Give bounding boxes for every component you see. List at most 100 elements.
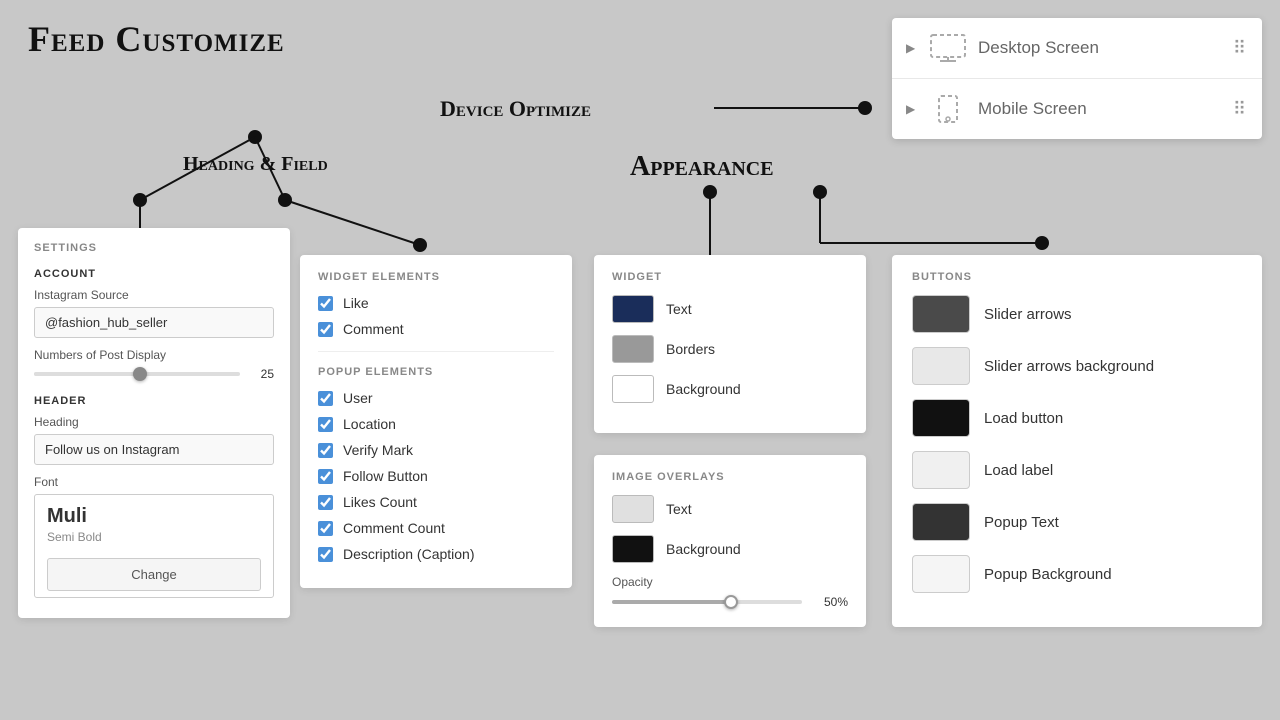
- widget-elements-panel: WIDGET ELEMENTS Like Comment POPUP ELEME…: [300, 255, 572, 588]
- widget-text-swatch[interactable]: [612, 295, 654, 323]
- widget-background-swatch[interactable]: [612, 375, 654, 403]
- slider-arrows-bg-swatch[interactable]: [912, 347, 970, 385]
- popup-follow-row: Follow Button: [318, 468, 554, 484]
- font-label: Font: [34, 475, 274, 489]
- widget-elements-title: WIDGET ELEMENTS: [318, 271, 554, 283]
- popup-elements-title: POPUP ELEMENTS: [318, 366, 554, 378]
- slider-arrows-label: Slider arrows: [984, 306, 1072, 323]
- comment-checkbox[interactable]: [318, 322, 333, 337]
- opacity-value: 50%: [812, 595, 848, 609]
- popup-comment-count-row: Comment Count: [318, 520, 554, 536]
- post-display-value: 25: [250, 367, 274, 381]
- overlay-bg-row: Background: [612, 535, 848, 563]
- mobile-arrow-icon: ▶: [906, 102, 920, 116]
- location-checkbox[interactable]: [318, 417, 333, 432]
- device-optimize-label: Device Optimize: [440, 96, 591, 122]
- desktop-screen-dots[interactable]: ⠿: [1233, 38, 1248, 59]
- location-label: Location: [343, 416, 396, 432]
- comment-count-checkbox[interactable]: [318, 521, 333, 536]
- widget-text-label: Text: [666, 301, 692, 317]
- heading-input[interactable]: [34, 434, 274, 465]
- follow-checkbox[interactable]: [318, 469, 333, 484]
- popup-location-row: Location: [318, 416, 554, 432]
- overlay-bg-label: Background: [666, 541, 741, 557]
- popup-text-row: Popup Text: [912, 503, 1242, 541]
- popup-verify-row: Verify Mark: [318, 442, 554, 458]
- opacity-label: Opacity: [612, 575, 848, 589]
- widget-background-label: Background: [666, 381, 741, 397]
- opacity-row: Opacity 50%: [612, 575, 848, 609]
- load-button-label: Load button: [984, 410, 1063, 427]
- font-name: Muli: [47, 505, 261, 528]
- post-display-label: Numbers of Post Display: [34, 348, 274, 362]
- image-overlays-title: IMAGE OVERLAYS: [612, 471, 848, 483]
- slider-arrows-swatch[interactable]: [912, 295, 970, 333]
- popup-bg-swatch[interactable]: [912, 555, 970, 593]
- widget-title: WIDGET: [612, 271, 848, 283]
- widget-like-row: Like: [318, 295, 554, 311]
- opacity-slider-track[interactable]: [612, 600, 802, 604]
- popup-likes-row: Likes Count: [318, 494, 554, 510]
- comment-count-label: Comment Count: [343, 520, 445, 536]
- font-box: Muli Semi Bold Change: [34, 494, 274, 598]
- instagram-source-label: Instagram Source: [34, 288, 274, 302]
- description-label: Description (Caption): [343, 546, 475, 562]
- widget-borders-swatch[interactable]: [612, 335, 654, 363]
- widget-comment-row: Comment: [318, 321, 554, 337]
- overlay-text-label: Text: [666, 501, 692, 517]
- heading-field-label: Heading & Field: [183, 153, 328, 176]
- load-button-swatch[interactable]: [912, 399, 970, 437]
- follow-label: Follow Button: [343, 468, 428, 484]
- like-label: Like: [343, 295, 369, 311]
- desktop-screen-item[interactable]: ▶ Desktop Screen ⠿: [892, 18, 1262, 79]
- like-checkbox[interactable]: [318, 296, 333, 311]
- description-checkbox[interactable]: [318, 547, 333, 562]
- overlay-bg-swatch[interactable]: [612, 535, 654, 563]
- popup-description-row: Description (Caption): [318, 546, 554, 562]
- desktop-screen-label: Desktop Screen: [978, 38, 1233, 58]
- screen-panel: ▶ Desktop Screen ⠿ ▶ Mobile Screen ⠿: [892, 18, 1262, 139]
- image-overlays-panel: IMAGE OVERLAYS Text Background Opacity 5…: [594, 455, 866, 627]
- load-button-row: Load button: [912, 399, 1242, 437]
- account-label: ACCOUNT: [34, 268, 274, 280]
- user-checkbox[interactable]: [318, 391, 333, 406]
- change-font-button[interactable]: Change: [47, 558, 261, 591]
- overlay-text-row: Text: [612, 495, 848, 523]
- slider-arrows-bg-row: Slider arrows background: [912, 347, 1242, 385]
- widget-background-row: Background: [612, 375, 848, 403]
- settings-title: SETTINGS: [34, 242, 274, 254]
- mobile-screen-label: Mobile Screen: [978, 99, 1233, 119]
- load-label-swatch[interactable]: [912, 451, 970, 489]
- heading-label: Heading: [34, 415, 274, 429]
- font-weight: Semi Bold: [47, 530, 261, 544]
- slider-arrows-row: Slider arrows: [912, 295, 1242, 333]
- likes-checkbox[interactable]: [318, 495, 333, 510]
- desktop-arrow-icon: ▶: [906, 41, 920, 55]
- popup-user-row: User: [318, 390, 554, 406]
- page-title: Feed Customize: [28, 18, 285, 60]
- desktop-screen-icon: [930, 34, 966, 62]
- widget-appearance-panel: WIDGET Text Borders Background: [594, 255, 866, 433]
- slider-arrows-bg-label: Slider arrows background: [984, 358, 1154, 375]
- overlay-text-swatch[interactable]: [612, 495, 654, 523]
- widget-borders-row: Borders: [612, 335, 848, 363]
- mobile-screen-dots[interactable]: ⠿: [1233, 99, 1248, 120]
- comment-label: Comment: [343, 321, 404, 337]
- buttons-title: BUTTONS: [912, 271, 1242, 283]
- appearance-label: Appearance: [630, 151, 774, 183]
- verify-checkbox[interactable]: [318, 443, 333, 458]
- mobile-screen-item[interactable]: ▶ Mobile Screen ⠿: [892, 79, 1262, 139]
- user-label: User: [343, 390, 373, 406]
- load-label-row: Load label: [912, 451, 1242, 489]
- post-display-slider-track: [34, 372, 240, 376]
- settings-panel: SETTINGS ACCOUNT Instagram Source Number…: [18, 228, 290, 618]
- popup-text-label: Popup Text: [984, 514, 1059, 531]
- instagram-source-input[interactable]: [34, 307, 274, 338]
- widget-text-row: Text: [612, 295, 848, 323]
- popup-bg-label: Popup Background: [984, 566, 1112, 583]
- likes-label: Likes Count: [343, 494, 417, 510]
- verify-label: Verify Mark: [343, 442, 413, 458]
- load-label-label: Load label: [984, 462, 1053, 479]
- popup-text-swatch[interactable]: [912, 503, 970, 541]
- buttons-panel: BUTTONS Slider arrows Slider arrows back…: [892, 255, 1262, 627]
